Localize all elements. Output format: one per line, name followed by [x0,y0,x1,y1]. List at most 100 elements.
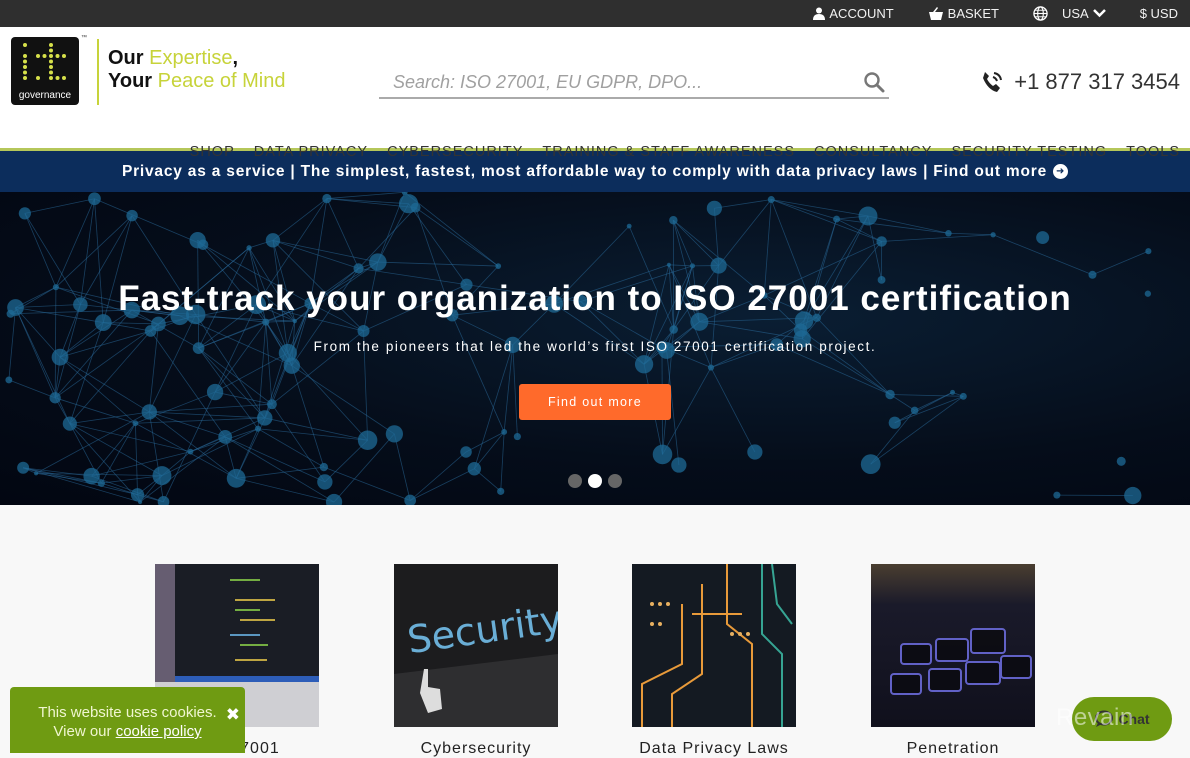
account-link[interactable]: ACCOUNT [813,6,893,21]
network-line [273,240,359,268]
network-node [17,462,29,474]
network-line [140,437,225,502]
logo-dot [62,54,66,58]
card-cybersecurity[interactable]: Security Cybersecurity [394,564,558,758]
network-node [320,463,328,471]
region-selector[interactable]: USA [1033,6,1106,21]
nav-cybersecurity[interactable]: CYBERSECURITY [387,144,523,160]
site-header: governance ™ Our Expertise, Your Peace o… [0,27,1190,151]
network-line [16,308,70,424]
network-line [394,434,410,501]
cookie-policy-link[interactable]: cookie policy [116,723,202,740]
network-line [23,468,140,502]
network-node [5,376,12,383]
network-node [669,216,677,224]
nav-shop[interactable]: SHOP [190,144,235,160]
network-node [747,444,762,459]
security-screen-image: Security [394,564,558,727]
network-line [882,235,993,242]
hero-find-out-more-button[interactable]: Find out more [519,384,671,420]
logo-dot [49,60,53,64]
network-node [495,263,501,269]
network-node [358,325,370,337]
network-node [88,192,101,205]
nav-training[interactable]: TRAINING & STAFF AWARENESS [542,144,795,160]
network-node [501,429,507,435]
logo-dot [23,76,27,80]
network-line [474,432,504,469]
network-line [36,412,149,473]
network-node [83,468,99,484]
card-penetration[interactable]: Penetration [871,564,1035,758]
network-node [358,431,377,450]
logo-dot [49,65,53,69]
network-node [859,206,878,225]
network-line [236,467,324,478]
network-line [378,204,409,262]
carousel-dot-2[interactable] [588,474,602,488]
network-line [55,324,158,398]
card-label: Penetration [871,740,1035,758]
logo-dot [49,49,53,53]
card-data-privacy-laws[interactable]: Data Privacy Laws [632,564,796,758]
carousel-dot-3[interactable] [608,474,622,488]
network-line [327,199,359,269]
close-icon[interactable]: ✖ [226,705,240,724]
network-node [322,194,331,203]
network-node [707,201,722,216]
network-line [273,199,327,241]
logo-dot [43,54,47,58]
network-node [218,430,232,444]
nav-consultancy[interactable]: CONSULTANCY [814,144,932,160]
network-line [673,220,718,265]
nav-security-testing[interactable]: SECURITY TESTING [951,144,1107,160]
logo-dot [36,76,40,80]
network-line [273,240,378,262]
carousel-dot-1[interactable] [568,474,582,488]
network-node [945,230,952,237]
network-line [452,315,504,432]
basket-label: BASKET [948,6,999,21]
hero-carousel: Fast-track your organization to ISO 2700… [0,192,1190,505]
network-node [262,319,269,326]
network-node [833,216,840,223]
region-label: USA [1062,6,1089,21]
logo-dot [56,76,60,80]
circuit-board-image [632,564,796,727]
network-node [255,426,261,432]
nav-data-privacy[interactable]: DATA PRIVACY [254,144,368,160]
network-node [198,239,209,250]
chevron-down-icon [1093,9,1106,18]
network-line [416,208,499,266]
phone-number[interactable]: +1 877 317 3454 [980,69,1180,95]
search-input[interactable] [379,72,859,93]
network-node [266,233,280,247]
network-line [70,424,140,502]
network-line [714,200,771,209]
account-label: ACCOUNT [829,6,893,21]
nav-tools[interactable]: TOOLS [1126,144,1180,160]
network-node [708,364,714,370]
main-nav: SHOP DATA PRIVACY CYBERSECURITY TRAINING… [190,144,1180,160]
network-line [149,324,158,412]
network-node [460,446,471,457]
network-node [246,245,251,250]
search-button[interactable] [859,67,889,97]
network-line [948,233,993,235]
network-node [960,393,967,400]
network-node [876,236,886,246]
network-line [771,200,868,216]
logo-dot [49,76,53,80]
hero-title: Fast-track your organization to ISO 2700… [0,279,1190,319]
currency-selector[interactable]: $ USD [1140,6,1178,21]
network-node [138,500,142,504]
logo[interactable]: governance [11,37,79,105]
logo-wordmark: governance [11,90,79,101]
network-node [690,263,695,268]
chat-button[interactable]: Chat [1072,697,1172,741]
network-node [468,462,481,475]
globe-icon [1033,6,1048,21]
network-node [1088,271,1096,279]
network-node [635,355,653,373]
basket-link[interactable]: BASKET [928,6,999,21]
